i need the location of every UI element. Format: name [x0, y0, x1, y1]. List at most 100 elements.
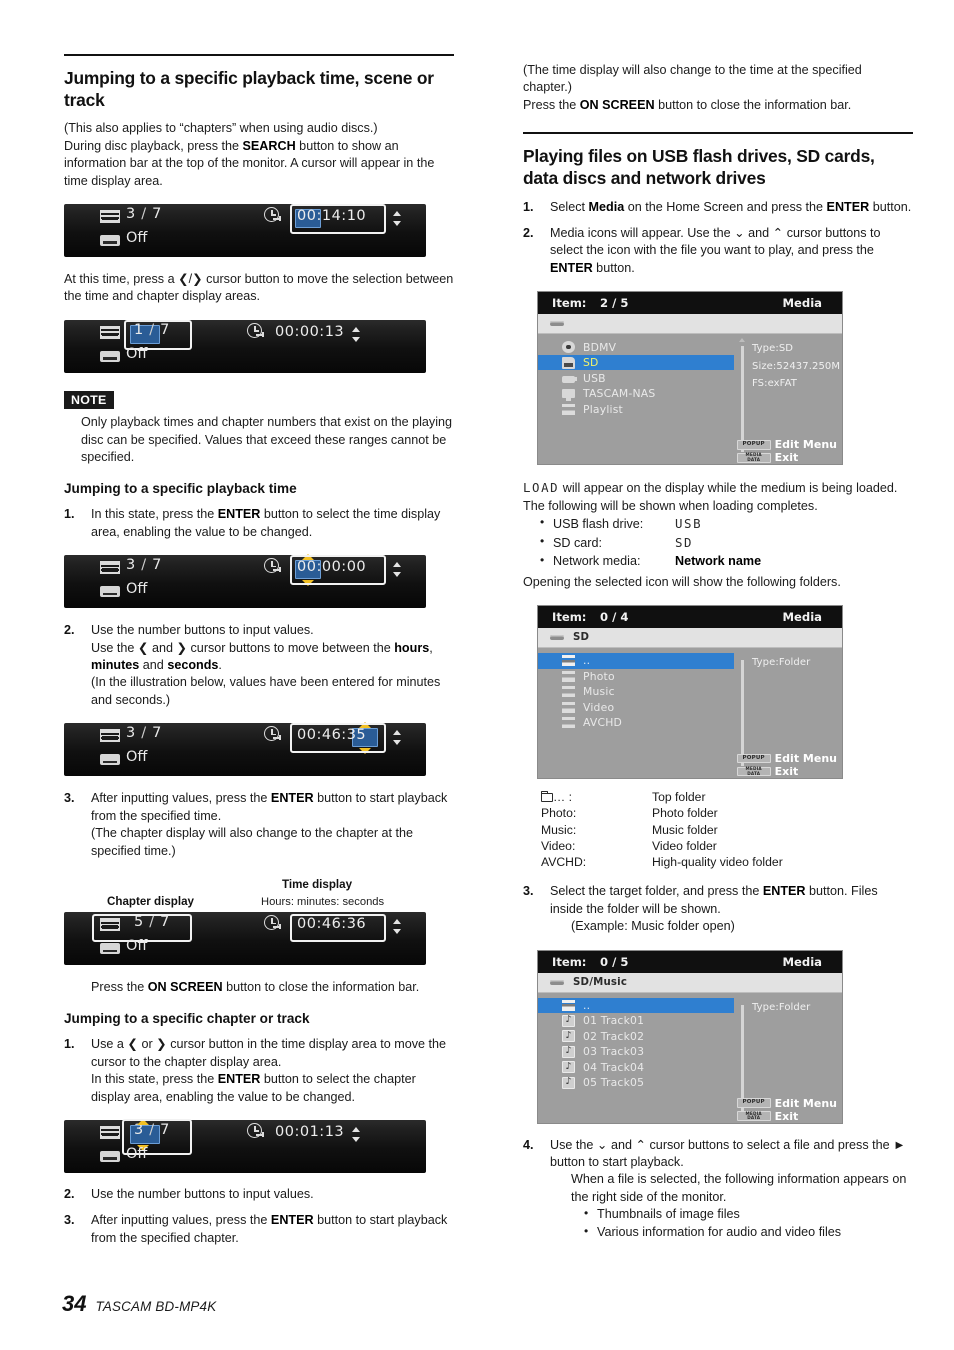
chapter-film-icon [100, 729, 120, 743]
time-seconds: 00 [346, 559, 367, 576]
item-count: 0 / 5 [600, 954, 629, 969]
item-label: Music [583, 685, 615, 699]
list-item[interactable]: Music [538, 684, 734, 700]
step-number: 2. [64, 623, 75, 638]
list-item[interactable]: TASCAM-NAS [538, 386, 734, 402]
clock-icon [264, 915, 283, 934]
subtitle-status-4: Off [126, 749, 148, 766]
list-item[interactable]: 02 Track02 [538, 1029, 734, 1045]
s1-a: In this state, press the [91, 1072, 218, 1087]
step-number: 3. [523, 884, 534, 899]
scroll-up-arrow-icon[interactable] [739, 338, 745, 343]
hours-ref: hours [394, 640, 430, 655]
media-browser-screen-3[interactable]: Item: 0 / 5 Media SD/Music .. ♪ 01 Track… [537, 949, 843, 1124]
chapter-total: 7 [152, 205, 163, 222]
key-line-2: DATA [747, 1115, 761, 1121]
s2-c: button. [592, 260, 635, 275]
legend-key: AVCHD: [541, 855, 587, 870]
list-item[interactable]: 01 Track01 [538, 1013, 734, 1029]
media-file-list: .. Photo Music Video AVCHD [538, 653, 734, 731]
up-folder-icon [562, 999, 575, 1011]
time-display-4: 00:46:35 [297, 727, 366, 743]
clock-icon [264, 726, 283, 745]
media-pathbar: SD [538, 628, 842, 649]
list-item[interactable]: 04 Track04 [538, 1060, 734, 1076]
playlist-icon [562, 403, 575, 415]
media-data-key-icon: MEDIA DATA [736, 1111, 771, 1121]
time-seconds: 13 [324, 1123, 345, 1140]
media-screen-2-wrap: Item: 0 / 4 Media SD .. Photo Music Vide… [523, 605, 913, 780]
decrement-arrow-icon [302, 580, 314, 587]
media-pathbar: SD/Music [538, 972, 842, 993]
chapter-current: 1 [134, 321, 145, 338]
clock-icon [247, 322, 266, 342]
increment-arrow-icon [359, 722, 371, 729]
list-item[interactable]: 05 Track05 [538, 1075, 734, 1091]
right-column: (The time display will also change to th… [523, 62, 913, 1242]
increment-arrow-icon [137, 1118, 149, 1125]
list-item[interactable]: AVCHD [538, 715, 734, 731]
key-line-2: DATA [747, 456, 761, 462]
media-display-bullets: USB flash drive: USB SD card: SD Network m… [523, 514, 913, 571]
list-item[interactable]: .. [538, 653, 734, 669]
legend-value: Video folder [652, 838, 717, 853]
media-data-key-icon: MEDIA DATA [736, 452, 771, 463]
network-icon [562, 389, 575, 401]
s1-line1: Use a ❮ or ❯ cursor button in the time d… [91, 1037, 447, 1069]
list-item[interactable]: BDMV [538, 339, 734, 355]
media-browser-screen-1[interactable]: Item: 2 / 5 Media BDMV SD USB TASCAM-NAS… [537, 291, 843, 466]
list-item[interactable]: Video [538, 700, 734, 716]
chapter-current: 3 [126, 205, 137, 222]
screen-title: Media [782, 610, 823, 625]
scroll-track[interactable] [741, 346, 744, 453]
item-label: 02 Track02 [583, 1029, 645, 1043]
list-item[interactable]: Photo [538, 669, 734, 685]
item-label: BDMV [583, 340, 617, 354]
s4-line2: When a file is selected, the following i… [571, 1172, 907, 1204]
folder-icon [562, 701, 575, 713]
page-number: 34 [62, 1291, 87, 1316]
osd-captions: Chapter display Time display Hours: minu… [64, 878, 454, 912]
bullet-thumbnails: Thumbnails of image files [584, 1205, 913, 1224]
bullet-value: USB [675, 516, 703, 532]
step-text: After inputting values, press the ENTER … [91, 790, 454, 860]
list-item[interactable]: SD [538, 354, 734, 371]
enter-button-ref: ENTER [762, 884, 806, 899]
item-count: 0 / 4 [600, 610, 629, 625]
list-item[interactable]: 03 Track03 [538, 1044, 734, 1060]
chapter-film-icon [100, 209, 120, 223]
legend-value: High-quality video folder [652, 855, 783, 870]
chapter-display-5: 5/7 [134, 914, 170, 930]
music-file-icon [562, 1060, 575, 1074]
item-label: Item: [552, 296, 587, 311]
step-number: 3. [64, 791, 75, 806]
item-label: Video [583, 700, 615, 714]
step-3-playback-time: 3. After inputting values, press the ENT… [64, 790, 454, 860]
time-hours: 00 [275, 323, 295, 340]
media-browser-screen-2[interactable]: Item: 0 / 4 Media SD .. Photo Music Vide… [537, 605, 843, 780]
folder-icon [562, 686, 575, 698]
media-topbar: Item: 2 / 5 Media [538, 292, 842, 315]
list-item[interactable]: Playlist [538, 401, 734, 417]
item-label: Item: [552, 610, 587, 625]
s3-a: Select the target folder, and press the [550, 884, 763, 899]
enter-button-ref: ENTER [550, 260, 593, 275]
time-hours: 00 [297, 727, 317, 744]
list-item[interactable]: USB [538, 370, 734, 386]
scroll-track[interactable] [741, 1004, 744, 1111]
step2-line3: (In the illustration below, values have … [91, 675, 441, 707]
enter-button-ref: ENTER [270, 1213, 314, 1228]
popup-key-icon: POPUP [736, 753, 771, 764]
scroll-track[interactable] [741, 660, 744, 767]
step-1-chapter-track: 1. Use a ❮ or ❯ cursor button in the tim… [64, 1036, 454, 1106]
subtitle-icon [100, 586, 120, 598]
bullet-network: Network media: Network name [540, 552, 913, 571]
load-lcd-text: LOAD [523, 480, 560, 496]
step2-line1: Use the number buttons to input values. [91, 623, 314, 638]
updown-arrows-2 [352, 326, 361, 342]
minutes-ref: minutes [91, 658, 140, 673]
chapter-separator: / [141, 725, 148, 742]
item-label: .. [583, 998, 591, 1012]
step3-line2: (The chapter display will also change to… [91, 826, 414, 858]
list-item[interactable]: .. [538, 997, 734, 1014]
